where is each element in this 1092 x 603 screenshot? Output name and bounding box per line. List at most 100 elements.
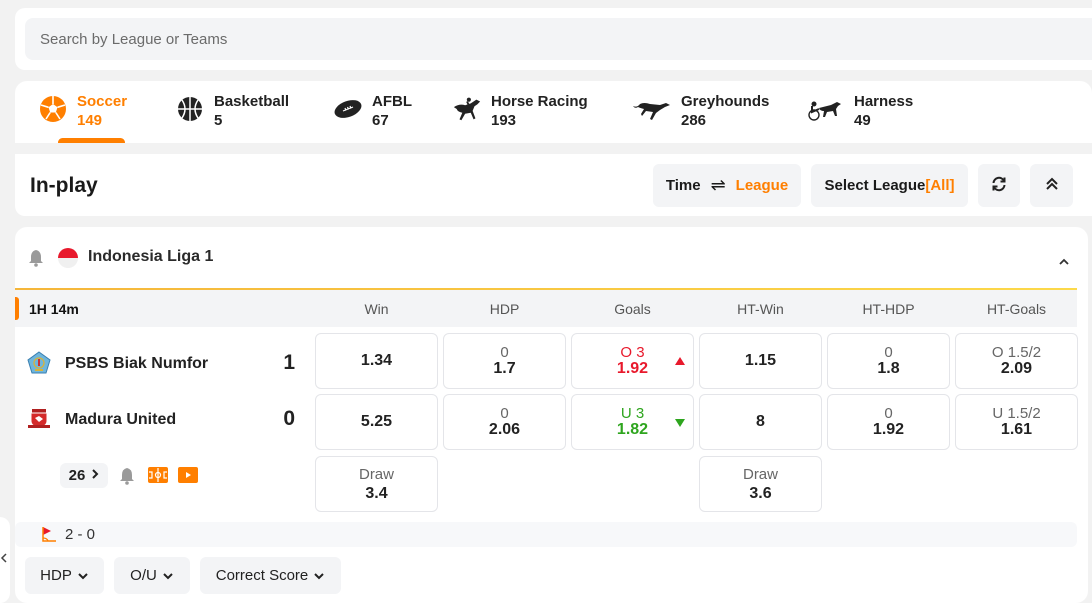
harness-racing-icon	[805, 94, 845, 124]
match-bell-icon[interactable]	[119, 467, 135, 490]
odds-line: 0	[500, 405, 509, 422]
odds-home-ht-hdp[interactable]: 0 1.8	[827, 333, 950, 389]
col-header-ht-win: HT-Win	[737, 301, 784, 317]
odds-draw-win[interactable]: Draw 3.4	[315, 456, 438, 512]
collapse-all-button[interactable]	[1030, 164, 1073, 207]
chevron-left-icon[interactable]	[0, 551, 8, 568]
indonesia-flag-icon	[57, 247, 79, 274]
home-score: 1	[283, 351, 295, 374]
odds-price: 3.6	[749, 484, 772, 502]
tab-harness[interactable]: Harness 49	[805, 81, 913, 143]
odds-line: U 1.5/2	[992, 405, 1041, 422]
sport-count: 193	[491, 112, 517, 129]
active-tab-indicator	[58, 138, 125, 143]
odds-draw-ht-win[interactable]: Draw 3.6	[699, 456, 822, 512]
bell-icon[interactable]	[28, 249, 44, 272]
odds-away-ht-win[interactable]: 8	[699, 394, 822, 450]
sport-name: AFBL	[372, 93, 412, 110]
odds-line: 0	[884, 405, 893, 422]
odds-home-hdp[interactable]: 0 1.7	[443, 333, 566, 389]
odds-away-goals[interactable]: U 3 1.82	[571, 394, 694, 450]
live-stream-icon[interactable]	[178, 467, 198, 488]
tab-basketball[interactable]: Basketball 5	[175, 81, 289, 143]
select-league-button[interactable]: Select League [All]	[811, 164, 968, 207]
tab-afbl[interactable]: AFBL 67	[333, 81, 412, 143]
team-row-home: PSBS Biak Numfor 1	[15, 334, 315, 390]
corners-bar: 2 - 0	[15, 522, 1077, 547]
odds-home-goals[interactable]: O 3 1.92	[571, 333, 694, 389]
col-header-ht-goals: HT-Goals	[986, 301, 1047, 317]
odds-line: U 3	[620, 405, 645, 422]
sport-count: 286	[681, 112, 707, 129]
odds-away-hdp[interactable]: 0 2.06	[443, 394, 566, 450]
greyhound-icon	[632, 94, 672, 124]
sport-count: 49	[854, 112, 871, 129]
odds-line: O 1.5/2	[991, 344, 1042, 361]
sport-name: Basketball	[214, 93, 290, 110]
odds-home-win[interactable]: 1.34	[315, 333, 438, 389]
refresh-icon	[990, 175, 1008, 197]
odds-away-ht-hdp[interactable]: 0 1.92	[827, 394, 950, 450]
odds-down-arrow-icon	[675, 419, 685, 427]
market-correct-score-button[interactable]: Correct Score	[200, 557, 341, 594]
odds-line: 0	[884, 344, 893, 361]
odds-line: Draw	[742, 465, 778, 483]
odds-price: 1.7	[493, 360, 516, 377]
live-marker	[15, 297, 19, 320]
col-header-goals: Goals	[614, 301, 651, 317]
refresh-button[interactable]	[978, 164, 1020, 207]
odds-home-ht-win[interactable]: 1.15	[699, 333, 822, 389]
market-hdp-button[interactable]: HDP	[25, 557, 104, 594]
away-score: 0	[283, 407, 295, 430]
home-team-logo	[27, 351, 51, 375]
league-header[interactable]: Indonesia Liga 1	[15, 227, 1088, 289]
away-team-logo	[27, 407, 51, 431]
sort-league-label: League	[735, 177, 789, 194]
sort-toggle-button[interactable]: Time ⇌ League	[653, 164, 801, 207]
odds-price: 8	[756, 413, 765, 430]
select-league-label: Select League	[824, 177, 926, 194]
corners-score: 2 - 0	[65, 526, 96, 543]
league-name: Indonesia Liga 1	[88, 248, 214, 265]
team-row-away: Madura United 0	[15, 390, 315, 446]
search-input[interactable]	[25, 18, 1092, 60]
away-team-name: Madura United	[65, 411, 177, 428]
league-card: Indonesia Liga 1 1H 14m Win HDP Goals HT…	[15, 227, 1088, 603]
market-ou-button[interactable]: O/U	[114, 557, 190, 594]
tab-horse-racing[interactable]: Horse Racing 193	[452, 81, 588, 143]
market-label: O/U	[130, 567, 157, 584]
sports-tab-bar: Soccer 149 Basketball 5 AFBL 67 Horse Racin…	[15, 81, 1092, 143]
page-title: In-play	[30, 174, 98, 197]
match-time: 1H 14m	[29, 301, 79, 317]
more-markets-button[interactable]: 26	[60, 463, 108, 488]
tab-greyhounds[interactable]: Greyhounds 286	[632, 81, 769, 143]
corner-flag-icon	[41, 526, 57, 547]
tab-soccer[interactable]: Soccer 149	[38, 81, 127, 143]
odds-up-arrow-icon	[675, 357, 685, 365]
double-chevron-up-icon	[1044, 175, 1060, 197]
pitch-tracker-icon[interactable]	[148, 467, 168, 488]
chevron-right-icon	[91, 467, 99, 484]
sport-name: Soccer	[77, 93, 128, 110]
odds-price: 2.09	[1000, 360, 1033, 377]
odds-price: 1.92	[872, 421, 905, 438]
odds-price: 1.8	[877, 360, 900, 377]
col-header-win: Win	[364, 301, 389, 317]
chevron-down-icon	[162, 567, 174, 584]
odds-away-ht-goals[interactable]: U 1.5/2 1.61	[955, 394, 1078, 450]
odds-price: 1.82	[616, 421, 649, 438]
odds-price: 1.34	[360, 352, 393, 369]
sport-name: Horse Racing	[491, 93, 588, 110]
chevron-down-icon	[313, 567, 325, 584]
chevron-down-icon	[77, 567, 89, 584]
odds-away-win[interactable]: 5.25	[315, 394, 438, 450]
odds-home-ht-goals[interactable]: O 1.5/2 2.09	[955, 333, 1078, 389]
soccer-ball-icon	[38, 94, 68, 124]
odds-line: 0	[500, 344, 509, 361]
sport-name: Harness	[854, 93, 914, 110]
home-team-name: PSBS Biak Numfor	[65, 355, 209, 372]
sport-count: 149	[77, 112, 103, 129]
sport-name: Greyhounds	[681, 93, 770, 110]
chevron-up-icon[interactable]	[1058, 253, 1070, 271]
odds-price: 5.25	[360, 413, 393, 430]
